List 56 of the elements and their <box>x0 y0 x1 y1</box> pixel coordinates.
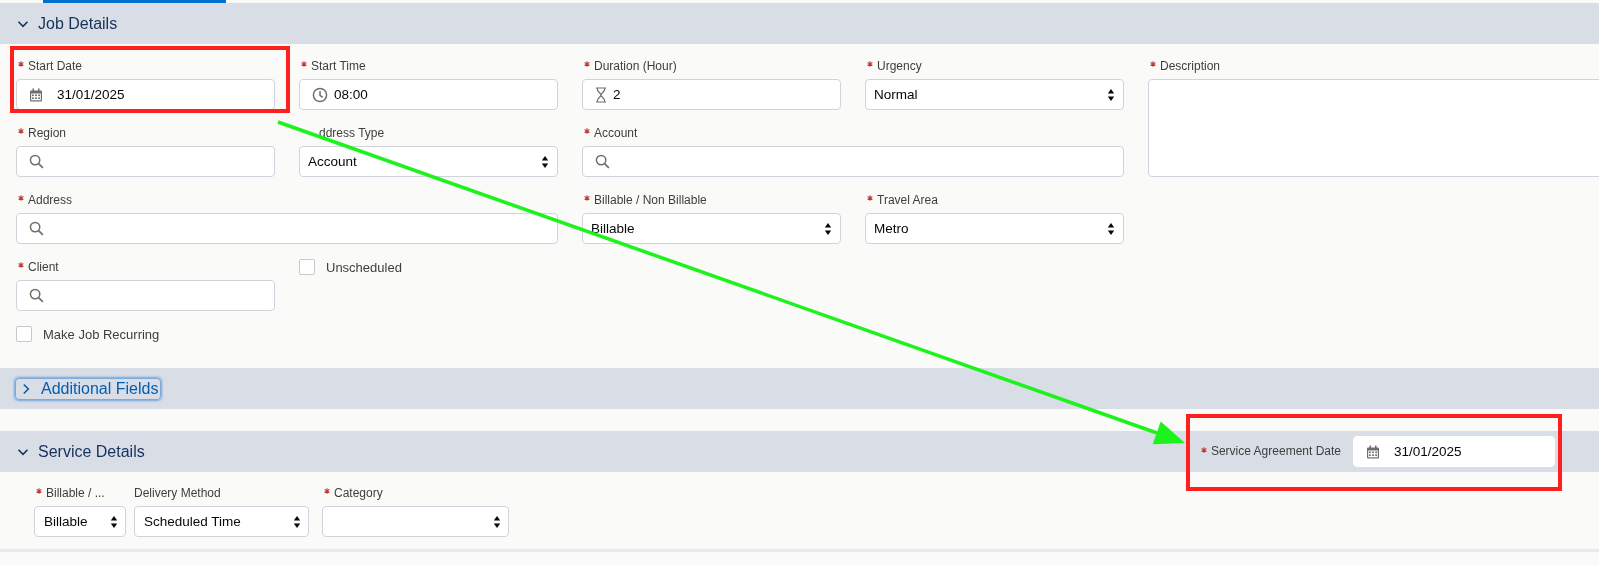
section-header[interactable]: Service Details Service Agreement Date 31/01/2025 <box>0 431 1599 472</box>
field-label: Billable / ... <box>46 486 105 500</box>
field-label: Description <box>1160 59 1221 73</box>
search-field[interactable] <box>582 146 1124 177</box>
checkbox-label: Unscheduled <box>326 259 402 275</box>
field-label: Client <box>28 260 59 274</box>
calendar-icon <box>1366 444 1380 459</box>
field-label: Billable / Non Billable <box>594 193 707 207</box>
select-field[interactable]: Account <box>299 146 558 177</box>
duration-field[interactable]: 2 <box>582 79 841 110</box>
field-label: Account <box>594 126 638 140</box>
section-title: Service Details <box>38 442 145 461</box>
select-field[interactable] <box>322 506 509 537</box>
checkbox-label: Make Job Recurring <box>43 326 160 342</box>
field-label: Start Time <box>311 59 366 73</box>
field-label: Travel Area <box>877 193 938 207</box>
date-field[interactable]: 31/01/2025 <box>1353 436 1555 467</box>
select-arrows-icon <box>293 514 301 529</box>
select-arrows-icon <box>1107 87 1115 102</box>
search-field[interactable] <box>16 280 275 311</box>
select-arrows-icon <box>824 221 832 236</box>
field-label: ddress Type <box>319 126 385 140</box>
select-arrows-icon <box>1107 221 1115 236</box>
field-label: Delivery Method <box>134 486 221 500</box>
search-icon <box>29 288 44 303</box>
section-title: Job Details <box>38 14 118 33</box>
checkbox[interactable] <box>16 326 32 342</box>
search-icon <box>29 154 44 169</box>
date-field[interactable]: 31/01/2025 <box>16 79 275 110</box>
select-field[interactable]: Billable <box>582 213 841 244</box>
section-header[interactable]: Job Details <box>0 3 1599 44</box>
select-arrows-icon <box>493 514 501 529</box>
select-arrows-icon <box>110 514 118 529</box>
select-field[interactable]: Scheduled Time <box>134 506 309 537</box>
select-field[interactable]: Metro <box>865 213 1124 244</box>
search-icon <box>29 221 44 236</box>
field-label: Service Agreement Date <box>1210 443 1341 458</box>
text-area[interactable] <box>1148 79 1599 177</box>
select-arrows-icon <box>541 154 549 169</box>
section-toggle-button[interactable]: Additional Fields <box>15 377 162 400</box>
select-field[interactable]: Billable <box>34 506 126 537</box>
search-field[interactable] <box>16 213 558 244</box>
field-label: Duration (Hour) <box>594 59 677 73</box>
checkbox[interactable] <box>299 259 315 275</box>
clock-icon <box>312 86 328 103</box>
field-label: Address <box>28 193 73 207</box>
hourglass-icon <box>595 86 607 103</box>
field-label: Region <box>28 126 67 140</box>
calendar-icon <box>29 87 43 102</box>
time-field[interactable]: 08:00 <box>299 79 558 110</box>
field-label: Category <box>334 486 383 500</box>
search-icon <box>595 154 610 169</box>
field-label: Urgency <box>877 59 922 73</box>
select-field[interactable]: Normal <box>865 79 1124 110</box>
search-field[interactable] <box>16 146 275 177</box>
field-label: Start Date <box>28 59 83 73</box>
